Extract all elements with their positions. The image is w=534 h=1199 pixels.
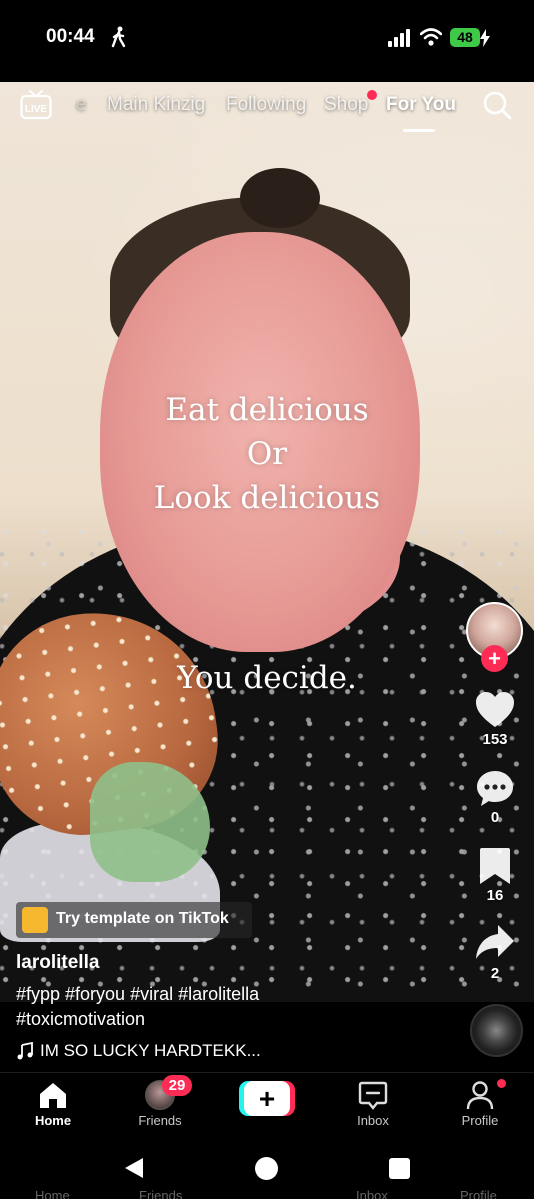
post-hashtags[interactable]: #fypp #foryou #viral #larolitella [16, 984, 259, 1005]
home-icon [40, 1083, 66, 1108]
video-caption-line: You decide. [177, 660, 357, 696]
create-plus-icon: + [244, 1081, 290, 1116]
sound-disc[interactable] [470, 1004, 523, 1057]
creator-username[interactable]: larolitella [16, 952, 99, 974]
tab-inbox-label: Inbox [357, 1113, 389, 1128]
template-icon [22, 907, 48, 933]
comment-icon[interactable] [474, 768, 516, 808]
ghost-tab-labels: Home Friends Inbox Profile [0, 1186, 534, 1199]
shop-notification-dot [367, 90, 377, 100]
ghost-label: Profile [460, 1188, 497, 1199]
cellular-signal-icon [388, 29, 410, 47]
ghost-label: Friends [139, 1188, 183, 1199]
video-caption-line: Or [246, 436, 288, 472]
status-bar: 00:44 48 [0, 0, 534, 82]
tab-faded[interactable]: e [76, 94, 87, 116]
like-count: 153 [482, 731, 508, 748]
status-time: 00:44 [46, 26, 95, 47]
tab-for-you[interactable]: For You [386, 94, 456, 116]
wifi-icon [420, 28, 442, 46]
video-caption-line: Look delicious [153, 480, 381, 516]
back-triangle-icon[interactable] [122, 1156, 146, 1180]
active-tab-indicator [403, 129, 435, 132]
tab-home-label: Home [34, 1113, 72, 1128]
sound-title[interactable]: IM SO LUCKY HARDTEKK... [40, 1041, 261, 1061]
video-caption-line: Eat delicious [165, 392, 369, 428]
music-note-icon [17, 1042, 33, 1060]
tab-home[interactable]: Home [8, 1080, 98, 1128]
follow-button[interactable]: + [481, 645, 508, 672]
inbox-icon [358, 1081, 388, 1110]
video-hair-bun [240, 168, 320, 228]
share-count: 2 [490, 965, 500, 982]
tab-following[interactable]: Following [226, 94, 306, 116]
bookmark-icon[interactable] [474, 846, 516, 886]
try-template-label[interactable]: Try template on TikTok [56, 910, 229, 928]
share-arrow-icon[interactable] [474, 922, 516, 962]
video-player[interactable]: Eat delicious Or Look delicious You deci… [0, 82, 534, 1002]
tab-inbox[interactable]: Inbox [328, 1080, 418, 1128]
charging-bolt-icon [480, 29, 490, 47]
live-label: LIVE [25, 104, 48, 115]
ghost-label: Inbox [356, 1188, 388, 1199]
like-heart-icon[interactable] [474, 690, 516, 730]
system-recents-button[interactable] [389, 1158, 410, 1179]
post-hashtags[interactable]: #toxicmotivation [16, 1009, 145, 1030]
friends-badge: 29 [162, 1075, 192, 1096]
tab-friends-label: Friends [138, 1113, 182, 1128]
profile-notification-dot [497, 1079, 506, 1088]
tab-main-kinzig[interactable]: Main Kinzig [107, 94, 205, 116]
ghost-label: Home [35, 1188, 70, 1199]
tab-profile-label: Profile [461, 1113, 499, 1128]
comment-count: 0 [490, 809, 500, 826]
search-icon[interactable] [482, 90, 512, 120]
battery-indicator: 48 [450, 28, 480, 47]
create-button[interactable]: + [239, 1081, 295, 1116]
tab-profile[interactable]: Profile [435, 1080, 525, 1128]
live-icon[interactable]: LIVE [20, 90, 52, 120]
walking-person-icon [111, 26, 126, 48]
save-count: 16 [486, 887, 504, 904]
system-home-button[interactable] [255, 1157, 278, 1180]
profile-icon [466, 1081, 494, 1110]
tab-shop[interactable]: Shop [324, 94, 368, 116]
